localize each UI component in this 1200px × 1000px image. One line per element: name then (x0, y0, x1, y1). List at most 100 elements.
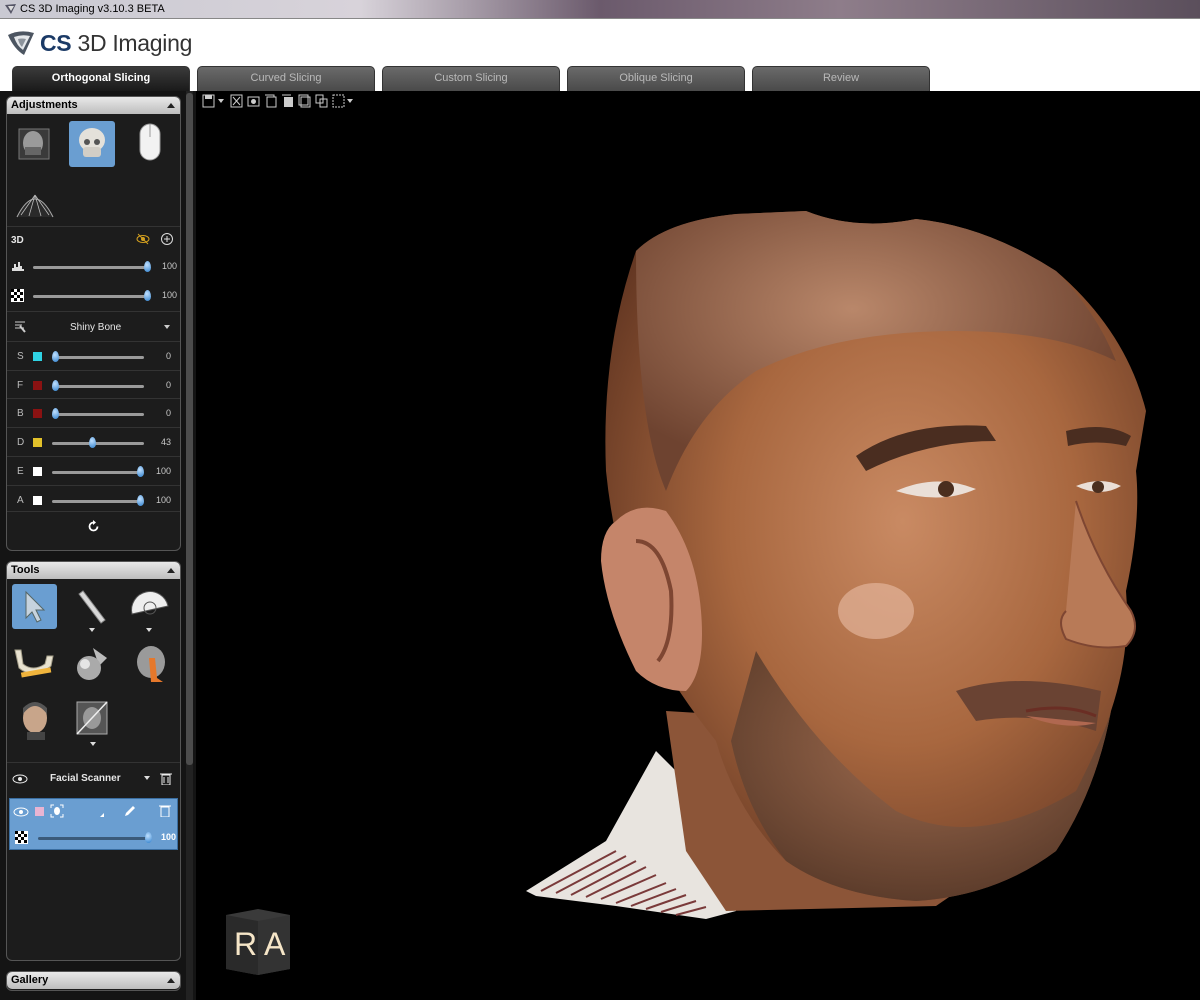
collapse-icon[interactable] (167, 103, 175, 108)
tab-oblique-slicing[interactable]: Oblique Slicing (567, 66, 745, 91)
threshold-slider-track[interactable] (33, 266, 149, 269)
item-opacity-checker-icon (15, 831, 28, 844)
ruler-tool-icon[interactable] (71, 586, 111, 636)
channel-slider-track[interactable] (52, 356, 144, 359)
channel-row-b: B0 (7, 398, 180, 426)
view-top-icon[interactable] (298, 94, 311, 108)
channel-slider-knob[interactable] (137, 495, 144, 506)
hide-eye-icon[interactable] (136, 232, 150, 246)
channel-color-swatch[interactable] (33, 438, 42, 447)
screenshot-icon[interactable] (247, 94, 260, 108)
tools-header[interactable]: Tools (7, 562, 180, 579)
slice-overlay-tool-icon[interactable] (73, 698, 113, 750)
channel-value: 0 (165, 380, 171, 390)
preset-select[interactable]: Shiny Bone (70, 322, 121, 333)
channel-row-e: E 100 (7, 456, 180, 484)
mandible-tool-icon[interactable] (11, 644, 57, 684)
item-delete-trash-icon[interactable] (159, 804, 171, 817)
channel-label: B (17, 408, 24, 419)
panoramic-view-icon[interactable] (13, 185, 57, 219)
view-side-icon[interactable] (281, 94, 294, 108)
channel-slider-knob[interactable] (137, 466, 144, 477)
save-dropdown-icon[interactable] (218, 99, 224, 103)
facial-scanner-layer-item[interactable]: 100 (9, 798, 178, 850)
select-tool-button[interactable] (12, 584, 57, 629)
channel-slider-track[interactable] (52, 385, 144, 388)
channel-color-swatch[interactable] (33, 467, 42, 476)
view-layout-icon[interactable] (332, 94, 345, 108)
orientation-cube[interactable]: R A (220, 907, 296, 975)
preset-dropdown-icon[interactable] (164, 325, 170, 329)
tools-title: Tools (11, 564, 40, 576)
channel-color-swatch[interactable] (33, 381, 42, 390)
scrollbar-thumb[interactable] (186, 93, 193, 765)
render-preset-icon (15, 321, 26, 333)
3d-shape-tool-icon[interactable] (71, 644, 111, 684)
opacity-slider-track[interactable] (33, 295, 149, 298)
channel-row-s: S0 (7, 341, 180, 369)
tab-orthogonal-slicing[interactable]: Orthogonal Slicing (12, 66, 190, 91)
tab-custom-slicing[interactable]: Custom Slicing (382, 66, 560, 91)
view-front-icon[interactable] (264, 94, 277, 108)
layout-dropdown-icon[interactable] (347, 99, 353, 103)
orientation-label-r: R (234, 926, 257, 962)
channel-slider-knob[interactable] (52, 380, 59, 391)
tab-curved-slicing[interactable]: Curved Slicing (197, 66, 375, 91)
item-opacity-slider-knob[interactable] (145, 832, 152, 843)
reset-icon[interactable] (87, 520, 100, 533)
channel-row-a: A 100 (7, 485, 180, 513)
channel-slider-track[interactable] (52, 413, 144, 416)
window-title: CS 3D Imaging v3.10.3 BETA (20, 3, 165, 15)
skull-3d-view-button[interactable] (69, 121, 115, 167)
channel-color-swatch[interactable] (33, 496, 42, 505)
app-header: CS 3D Imaging (0, 19, 1200, 65)
adjustments-header[interactable]: Adjustments (7, 97, 180, 114)
channel-label: E (17, 466, 24, 477)
layer-visibility-eye-icon[interactable] (12, 774, 28, 784)
channel-slider-track[interactable] (52, 471, 144, 474)
adjustments-title: Adjustments (11, 99, 78, 111)
left-panel: Adjustments 3D 100 100 Shiny Bone S 0 F … (0, 91, 196, 1000)
airway-tool-icon[interactable] (131, 642, 171, 686)
opacity-slider-knob[interactable] (144, 290, 151, 301)
opacity-checker-icon (11, 289, 24, 302)
threshold-slider-knob[interactable] (144, 261, 151, 272)
protractor-tool-icon[interactable] (128, 586, 172, 636)
tab-review[interactable]: Review (752, 66, 930, 91)
face-photo-tool-icon[interactable] (17, 698, 53, 742)
mouse-icon[interactable] (135, 121, 165, 165)
item-options-triangle-icon[interactable] (100, 813, 104, 817)
channel-label: A (17, 495, 24, 506)
collapse-icon[interactable] (167, 568, 175, 573)
layer-header-row: Facial Scanner (7, 762, 180, 794)
reset-row (7, 511, 180, 541)
3d-viewport[interactable]: R A (196, 91, 1200, 1000)
channel-slider-knob[interactable] (52, 408, 59, 419)
tools-panel: Tools Facial Scanner 100 (6, 561, 181, 961)
channel-slider-track[interactable] (52, 500, 144, 503)
item-focus-icon[interactable] (50, 804, 64, 818)
add-circle-icon[interactable] (160, 232, 174, 246)
left-panel-scrollbar[interactable] (186, 91, 193, 1000)
save-icon[interactable] (202, 94, 215, 108)
item-color-swatch[interactable] (35, 807, 44, 816)
channel-slider-track[interactable] (52, 442, 144, 445)
channel-color-swatch[interactable] (33, 352, 42, 361)
channel-row-f: F0 (7, 370, 180, 398)
layer-dropdown-icon[interactable] (144, 776, 150, 780)
title-bar: CS 3D Imaging v3.10.3 BETA (0, 0, 1200, 19)
expand-icon[interactable] (167, 978, 175, 983)
item-opacity-slider-track[interactable] (38, 837, 152, 840)
item-visibility-eye-icon[interactable] (13, 807, 29, 817)
channel-color-swatch[interactable] (33, 409, 42, 418)
channel-slider-knob[interactable] (52, 351, 59, 362)
channel-value: 0 (165, 351, 171, 361)
layer-name-select[interactable]: Facial Scanner (50, 773, 121, 784)
fit-view-icon[interactable] (230, 94, 243, 108)
channel-slider-knob[interactable] (89, 437, 96, 448)
gallery-header[interactable]: Gallery (7, 972, 180, 989)
item-edit-pencil-icon[interactable] (123, 804, 137, 818)
view-multi-icon[interactable] (315, 94, 328, 108)
layer-delete-trash-icon[interactable] (160, 772, 172, 785)
skull-slice-view-icon[interactable] (17, 127, 51, 161)
